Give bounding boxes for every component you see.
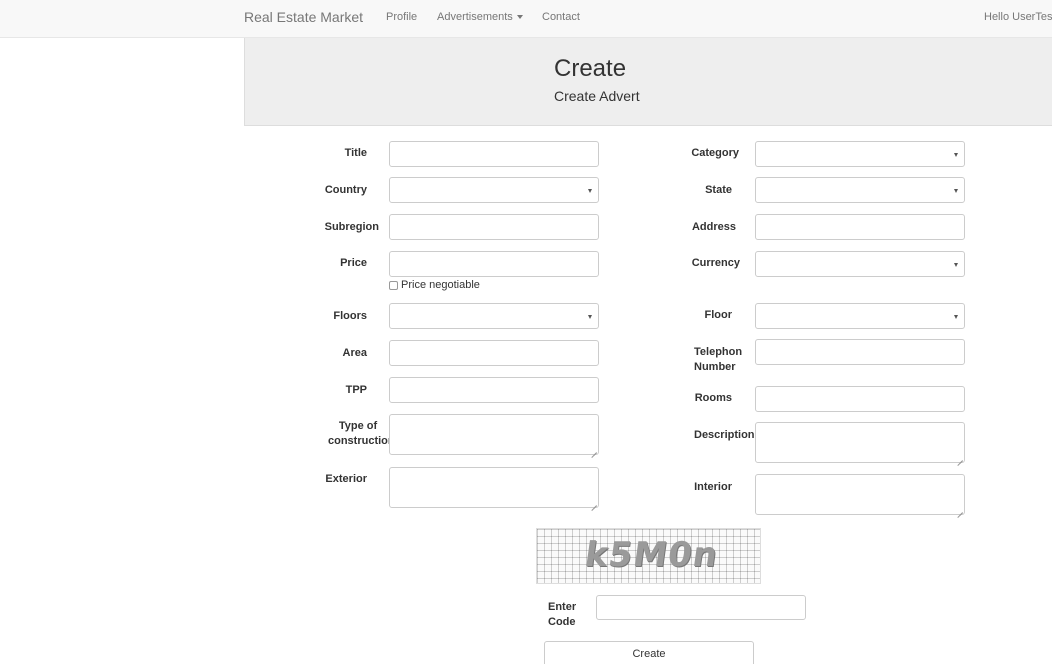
currency-select[interactable] (755, 251, 965, 277)
telephone-label: Telephon Number (694, 346, 743, 373)
captcha-text: k5M0n (582, 535, 721, 575)
nav-contact-link[interactable]: Contact (542, 11, 580, 23)
interior-textarea[interactable] (755, 474, 965, 515)
nav-profile-link[interactable]: Profile (386, 11, 417, 23)
page-subtitle: Create Advert (554, 88, 640, 104)
price-negotiable-label[interactable]: Price negotiable (401, 279, 480, 291)
tpp-input[interactable] (389, 377, 599, 403)
category-select[interactable] (755, 141, 965, 167)
country-label: Country (324, 184, 367, 196)
price-negotiable-checkbox[interactable] (389, 281, 398, 290)
create-button[interactable]: Create (544, 641, 754, 664)
category-label: Category (691, 147, 739, 159)
price-label: Price (340, 257, 367, 269)
currency-label: Currency (691, 257, 740, 269)
area-input[interactable] (389, 340, 599, 366)
nav-advertisements-dropdown[interactable]: Advertisements (437, 11, 523, 23)
page-title: Create (554, 55, 627, 82)
floor-select[interactable] (755, 303, 965, 329)
resize-grip-icon[interactable] (956, 506, 963, 513)
type-of-construction-textarea[interactable] (389, 414, 599, 455)
resize-grip-icon[interactable] (590, 446, 597, 453)
page-header: Create Create Advert (244, 38, 1052, 126)
title-input[interactable] (389, 141, 599, 167)
interior-label: Interior (694, 481, 732, 493)
captcha-image: k5M0n (536, 528, 761, 584)
floor-label: Floor (704, 309, 733, 321)
resize-grip-icon[interactable] (590, 499, 597, 506)
title-label: Title (344, 147, 367, 159)
subregion-input[interactable] (389, 214, 599, 240)
telephone-input[interactable] (755, 339, 965, 365)
address-label: Address (691, 221, 736, 233)
resize-grip-icon[interactable] (956, 454, 963, 461)
tpp-label: TPP (345, 384, 367, 396)
navbar: Real Estate Market Profile Advertisement… (0, 0, 1052, 38)
caret-down-icon (516, 15, 523, 20)
subregion-label: Subregion (324, 221, 379, 233)
rooms-label: Rooms (694, 392, 732, 404)
exterior-label: Exterior (325, 473, 367, 485)
address-input[interactable] (755, 214, 965, 240)
floors-select[interactable] (389, 303, 599, 329)
enter-code-label: Enter Code (548, 601, 577, 628)
description-label: Description (694, 429, 755, 441)
state-label: State (705, 184, 732, 196)
type-of-construction-label: Type of construction (328, 420, 395, 447)
user-greeting-link[interactable]: Hello UserTest (984, 11, 1052, 23)
state-select[interactable] (755, 177, 965, 203)
exterior-textarea[interactable] (389, 467, 599, 508)
nav-advertisements-label: Advertisements (437, 11, 513, 23)
price-input[interactable] (389, 251, 599, 277)
brand-link[interactable]: Real Estate Market (244, 9, 363, 25)
area-label: Area (342, 347, 367, 359)
floors-label: Floors (333, 310, 367, 322)
description-textarea[interactable] (755, 422, 965, 463)
rooms-input[interactable] (755, 386, 965, 412)
captcha-code-input[interactable] (596, 595, 806, 620)
country-select[interactable] (389, 177, 599, 203)
